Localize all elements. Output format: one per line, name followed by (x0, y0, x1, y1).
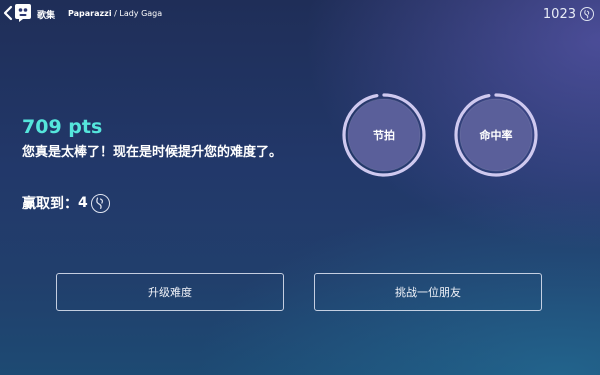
upgrade-difficulty-button[interactable]: 升级难度 (56, 273, 284, 311)
score: 709 pts (22, 116, 103, 138)
song-artist: Lady Gaga (119, 9, 163, 18)
coin-icon (90, 193, 110, 213)
stat-label: 命中率 (479, 129, 513, 142)
top-bar: 歌集 Paparazzi / Lady Gaga 1023 (0, 0, 600, 28)
stat-circle-accuracy: 命中率 (453, 92, 539, 178)
coin-icon (580, 7, 594, 21)
earned-label: 赢取到： (22, 196, 78, 212)
earned-coins: 赢取到： 4 (22, 193, 110, 213)
coin-balance: 1023 (543, 4, 594, 24)
app-logo-icon[interactable] (14, 3, 32, 23)
challenge-friend-button[interactable]: 挑战一位朋友 (314, 273, 542, 311)
earned-value: 4 (78, 195, 88, 211)
songbook-link[interactable]: 歌集 (37, 8, 55, 21)
coin-count: 1023 (542, 6, 576, 22)
song-title: Paparazzi (68, 9, 112, 18)
song-info: Paparazzi / Lady Gaga (68, 9, 162, 18)
stat-circle-beat: 节拍 (341, 92, 427, 178)
result-message: 您真是太棒了！现在是时候提升您的难度了。 (22, 145, 283, 160)
stat-label: 节拍 (373, 129, 395, 142)
